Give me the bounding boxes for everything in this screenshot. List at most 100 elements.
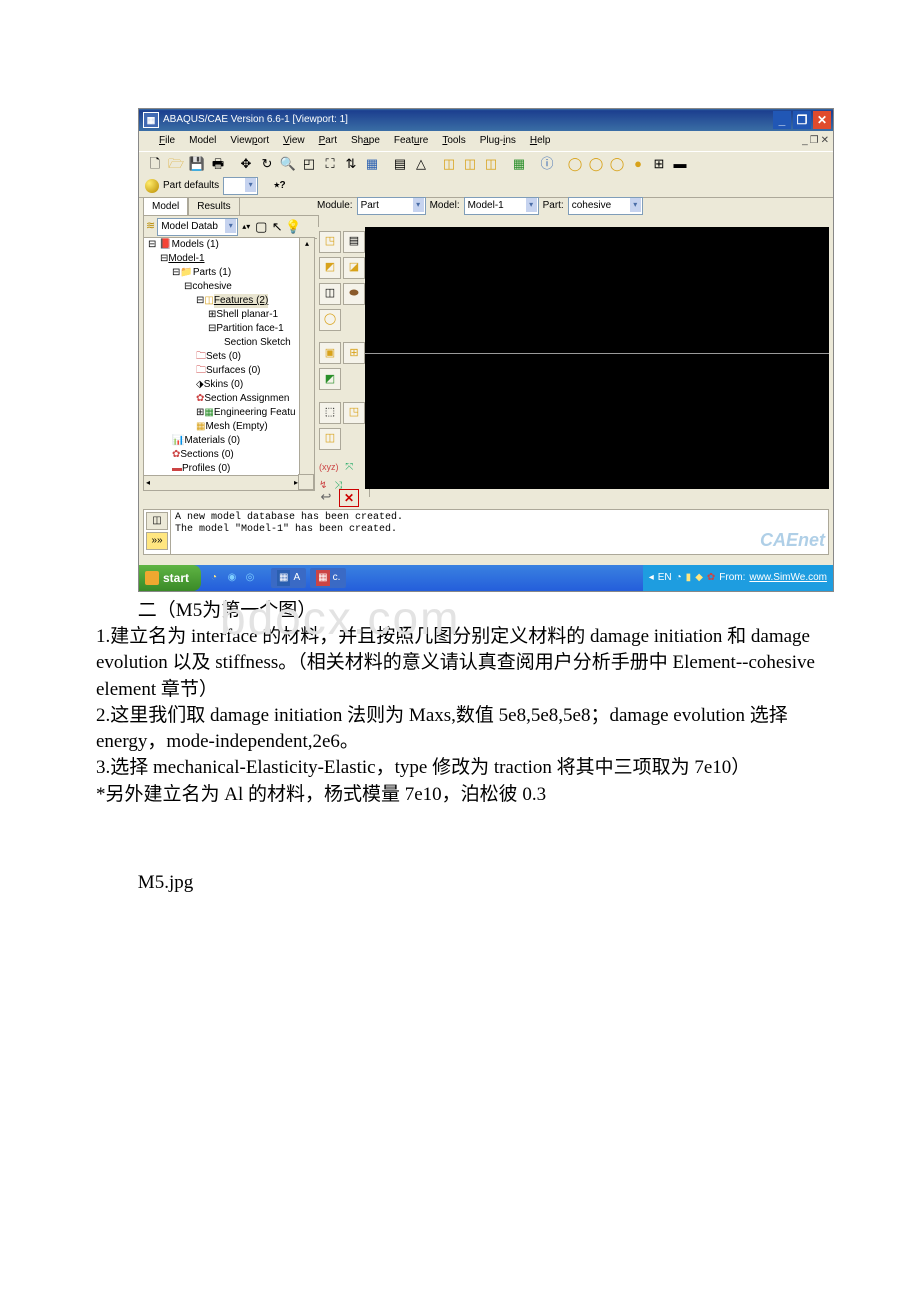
- viewport[interactable]: [365, 227, 829, 489]
- save-icon[interactable]: 💾: [187, 154, 207, 174]
- new-icon[interactable]: 🗋: [145, 154, 165, 174]
- part-combo[interactable]: cohesive: [568, 197, 643, 215]
- cli-tab-icon[interactable]: »»: [146, 532, 168, 550]
- mdi-minimize-button[interactable]: _: [802, 134, 808, 148]
- tree-skins[interactable]: Skins (0): [204, 378, 243, 392]
- datum-point-icon[interactable]: ▣: [319, 342, 341, 364]
- menu-feature[interactable]: Feature: [394, 134, 428, 148]
- render-ball-icon[interactable]: [145, 179, 159, 193]
- merge-icon[interactable]: ◫: [319, 428, 341, 450]
- persp2-icon[interactable]: ◫: [460, 154, 480, 174]
- message-tab-icon[interactable]: ◫: [146, 512, 168, 530]
- tree-sections[interactable]: Sections (0): [180, 448, 233, 462]
- tree-cohesive[interactable]: cohesive: [192, 280, 231, 294]
- create-round-icon[interactable]: ◯: [319, 309, 341, 331]
- tree-models[interactable]: Models (1): [172, 238, 219, 252]
- cancel-button[interactable]: ✕: [339, 489, 359, 507]
- tree-model1[interactable]: Model-1: [168, 252, 204, 266]
- create-solid-icon[interactable]: ◩: [319, 257, 341, 279]
- color1-icon[interactable]: ◯: [565, 154, 585, 174]
- menu-shape[interactable]: Shape: [351, 134, 380, 148]
- tray-app-icon[interactable]: ✿: [707, 571, 715, 585]
- close-button[interactable]: ✕: [813, 111, 831, 129]
- tray-lang[interactable]: EN: [658, 571, 672, 585]
- datum-icon[interactable]: ⊞: [649, 154, 669, 174]
- quicklaunch-icon-3[interactable]: ◎: [243, 571, 257, 585]
- menu-plugins[interactable]: Plug-ins: [480, 134, 516, 148]
- csys-xyz-icon[interactable]: (xyz): [319, 461, 339, 475]
- persp3-icon[interactable]: ◫: [481, 154, 501, 174]
- layer-icon[interactable]: ▤: [390, 154, 410, 174]
- zoom-icon[interactable]: 🔍: [278, 154, 298, 174]
- tree-materials[interactable]: Materials (0): [184, 434, 240, 448]
- create-shell-icon[interactable]: ◪: [343, 257, 365, 279]
- model-db-combo[interactable]: Model Datab: [157, 218, 238, 236]
- tree-bulb-icon[interactable]: 💡: [286, 217, 300, 237]
- tree-shell[interactable]: Shell planar-1: [216, 308, 278, 322]
- tray-shield-icon[interactable]: ◆: [695, 571, 703, 585]
- mdi-close-button[interactable]: ✕: [821, 134, 829, 148]
- tree-mesh[interactable]: Mesh (Empty): [205, 420, 267, 434]
- create-part-icon[interactable]: ◳: [319, 231, 341, 253]
- menu-viewport[interactable]: Viewport: [230, 134, 269, 148]
- tree-filter-icon[interactable]: ▢: [254, 217, 268, 237]
- swap-icon[interactable]: ⇅: [341, 154, 361, 174]
- tray-arrow-icon[interactable]: ◂: [649, 571, 654, 585]
- color3-icon[interactable]: ◯: [607, 154, 627, 174]
- tree-engfeat[interactable]: Engineering Featu: [214, 406, 296, 420]
- menu-part[interactable]: Part: [319, 134, 337, 148]
- menu-view[interactable]: View: [283, 134, 305, 148]
- quicklaunch-icon-1[interactable]: ◔: [207, 571, 221, 585]
- tree-surfaces[interactable]: Surfaces (0): [206, 364, 260, 378]
- color4-icon[interactable]: ●: [628, 154, 648, 174]
- quicklaunch-icon-2[interactable]: ◉: [225, 571, 239, 585]
- tab-model[interactable]: Model: [143, 197, 188, 217]
- tree-vscroll[interactable]: ▴: [299, 238, 314, 476]
- tray-vol-icon[interactable]: ◔: [676, 571, 682, 585]
- tree-sets[interactable]: Sets (0): [206, 350, 241, 364]
- tray-net-icon[interactable]: ▮: [686, 571, 692, 585]
- shade-icon[interactable]: ▬: [670, 154, 690, 174]
- tree-partition[interactable]: Partition face-1: [216, 322, 283, 336]
- menu-file[interactable]: File: [159, 134, 175, 148]
- tree-parts[interactable]: Parts (1): [193, 266, 231, 280]
- create-cut-icon[interactable]: ⬬: [343, 283, 365, 305]
- menu-tools[interactable]: Tools: [442, 134, 465, 148]
- info-icon[interactable]: ⓘ: [537, 154, 557, 174]
- geom-repair-icon[interactable]: ⬚: [319, 402, 341, 424]
- fit-icon[interactable]: ⛶: [320, 154, 340, 174]
- render1-icon[interactable]: ▦: [509, 154, 529, 174]
- tray-url[interactable]: www.SimWe.com: [749, 571, 827, 585]
- persp1-icon[interactable]: ◫: [439, 154, 459, 174]
- pan-icon[interactable]: ✥: [236, 154, 256, 174]
- minimize-button[interactable]: _: [773, 111, 791, 129]
- tab-results[interactable]: Results: [188, 197, 239, 217]
- triangle-icon[interactable]: △: [411, 154, 431, 174]
- partition-icon[interactable]: ◩: [319, 368, 341, 390]
- zoom-box-icon[interactable]: ◰: [299, 154, 319, 174]
- open-icon[interactable]: 🗁: [166, 154, 186, 174]
- views-icon[interactable]: ▦: [362, 154, 382, 174]
- csys-global-icon[interactable]: ⤧: [345, 461, 353, 475]
- part-defaults-combo[interactable]: [223, 177, 258, 195]
- module-combo[interactable]: Part: [357, 197, 426, 215]
- tree-section-sketch[interactable]: Section Sketch: [224, 336, 291, 350]
- tree-features[interactable]: Features (2): [214, 294, 268, 308]
- model-combo[interactable]: Model-1: [464, 197, 539, 215]
- part-manager-icon[interactable]: ▤: [343, 231, 365, 253]
- color2-icon[interactable]: ◯: [586, 154, 606, 174]
- menu-model[interactable]: Model: [189, 134, 216, 148]
- rotate-icon[interactable]: ↻: [257, 154, 277, 174]
- tree-up-icon[interactable]: ▴▾: [240, 217, 252, 237]
- geom-edit-icon[interactable]: ◳: [343, 402, 365, 424]
- help-cursor-icon[interactable]: ⭑?: [274, 179, 286, 193]
- tree-secassign[interactable]: Section Assignmen: [204, 392, 289, 406]
- create-wire-icon[interactable]: ◫: [319, 283, 341, 305]
- maximize-button[interactable]: ❐: [793, 111, 811, 129]
- menu-help[interactable]: Help: [530, 134, 551, 148]
- taskbar-app-2[interactable]: ▦c.: [310, 568, 346, 588]
- taskbar-app-1[interactable]: ▦A: [271, 568, 306, 588]
- print-icon[interactable]: 🖶: [208, 154, 228, 174]
- datum-axis-icon[interactable]: ⊞: [343, 342, 365, 364]
- model-tree[interactable]: ⊟ 📕 Models (1) ⊟ Model-1 ⊟ 📁 Parts (1) ⊟…: [143, 237, 315, 491]
